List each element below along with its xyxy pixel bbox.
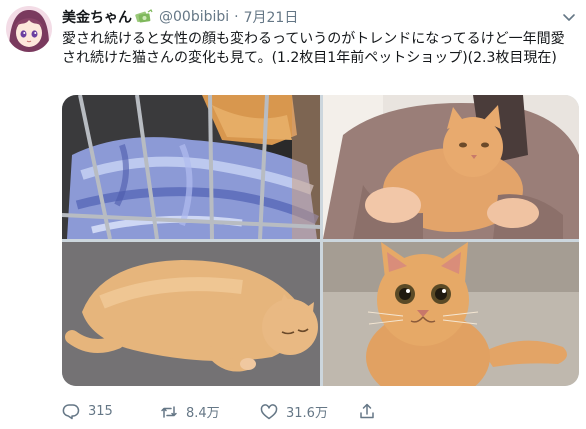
- share-icon: [360, 403, 374, 419]
- photo-cat-held[interactable]: [323, 95, 579, 239]
- photo-cat-face[interactable]: [323, 242, 579, 386]
- reply-icon: [62, 404, 80, 420]
- retweet-icon: [161, 405, 177, 418]
- share-button[interactable]: [358, 402, 384, 420]
- photo-kitten-cage[interactable]: [62, 95, 320, 239]
- photo-cat-lying[interactable]: [62, 242, 320, 386]
- money-bag-icon: [135, 9, 153, 23]
- separator-dot: ·: [234, 9, 239, 25]
- anime-avatar-icon: [6, 6, 52, 52]
- avatar[interactable]: [6, 6, 52, 52]
- retweet-button[interactable]: 8.4万: [160, 402, 220, 421]
- tweet-header: 美金ちゃん @00bibibi · 7月21日: [62, 7, 298, 27]
- heart-icon: [260, 403, 278, 419]
- photo-grid: [62, 95, 579, 386]
- tweet-date[interactable]: 7月21日: [244, 7, 299, 27]
- author-name[interactable]: 美金ちゃん: [62, 7, 132, 27]
- author-handle[interactable]: @00bibibi: [159, 9, 229, 25]
- like-button[interactable]: 31.6万: [260, 402, 328, 421]
- tweet-actions: 315 8.4万 31.6万: [62, 402, 422, 422]
- reply-count: 315: [88, 403, 113, 419]
- like-count: 31.6万: [286, 406, 328, 421]
- chevron-down-icon[interactable]: [560, 8, 578, 26]
- tweet-text: 愛され続けると女性の顔も変わるっていうのがトレンドになってるけど一年間愛され続け…: [62, 31, 565, 66]
- reply-button[interactable]: 315: [62, 402, 113, 420]
- retweet-count: 8.4万: [186, 406, 220, 421]
